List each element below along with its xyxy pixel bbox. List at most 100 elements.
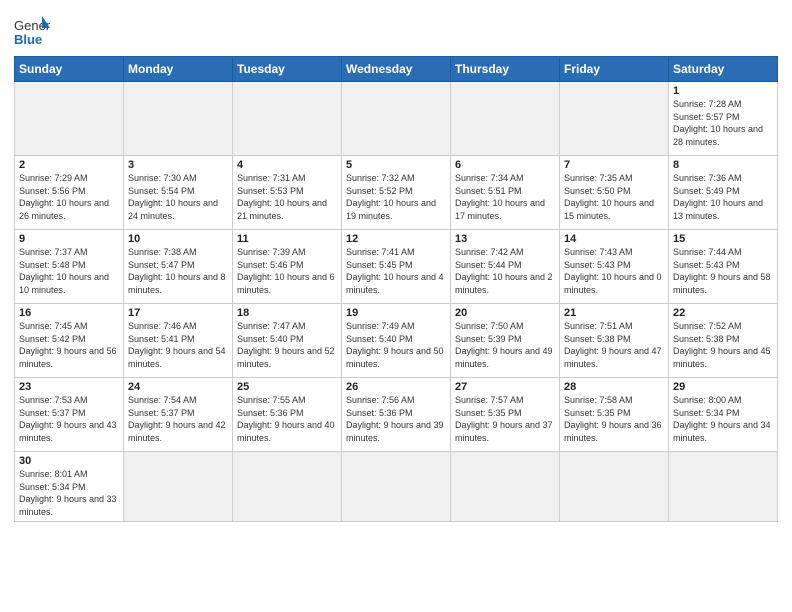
- week-row-0: 1 Sunrise: 7:28 AM Sunset: 5:57 PM Daylig…: [15, 82, 778, 156]
- logo: General Blue: [14, 14, 50, 50]
- day-cell: 3Sunrise: 7:30 AM Sunset: 5:54 PM Daylig…: [124, 156, 233, 230]
- day-cell: 30 Sunrise: 8:01 AM Sunset: 5:34 PM Dayli…: [15, 452, 124, 522]
- weekday-friday: Friday: [560, 57, 669, 82]
- day-cell: 13 Sunrise: 7:42 AM Sunset: 5:44 PM Dayli…: [451, 230, 560, 304]
- sun-info: Sunrise: 7:58 AM Sunset: 5:35 PM Dayligh…: [564, 395, 662, 443]
- sun-info: Sunrise: 7:55 AM Sunset: 5:36 PM Dayligh…: [237, 395, 335, 443]
- week-row-1: 2 Sunrise: 7:29 AM Sunset: 5:56 PM Daylig…: [15, 156, 778, 230]
- day-number: 9: [19, 233, 119, 245]
- sun-info: Sunrise: 7:31 AM Sunset: 5:53 PM Dayligh…: [237, 173, 327, 221]
- sun-info: Sunrise: 7:38 AM Sunset: 5:47 PM Dayligh…: [128, 247, 226, 295]
- day-cell: 21 Sunrise: 7:51 AM Sunset: 5:38 PM Dayli…: [560, 304, 669, 378]
- sun-info: Sunrise: 7:36 AM Sunset: 5:49 PM Dayligh…: [673, 173, 763, 221]
- sun-info: Sunrise: 7:42 AM Sunset: 5:44 PM Dayligh…: [455, 247, 553, 295]
- day-cell: [560, 82, 669, 156]
- day-cell: 20Sunrise: 7:50 AM Sunset: 5:39 PM Dayli…: [451, 304, 560, 378]
- sun-info: Sunrise: 7:56 AM Sunset: 5:36 PM Dayligh…: [346, 395, 444, 443]
- day-cell: 9 Sunrise: 7:37 AM Sunset: 5:48 PM Daylig…: [15, 230, 124, 304]
- day-cell: [451, 82, 560, 156]
- sun-info: Sunrise: 7:50 AM Sunset: 5:39 PM Dayligh…: [455, 321, 553, 369]
- weekday-thursday: Thursday: [451, 57, 560, 82]
- day-cell: 5 Sunrise: 7:32 AM Sunset: 5:52 PM Daylig…: [342, 156, 451, 230]
- weekday-saturday: Saturday: [669, 57, 778, 82]
- day-number: 6: [455, 159, 555, 171]
- sun-info: Sunrise: 7:29 AM Sunset: 5:56 PM Dayligh…: [19, 173, 109, 221]
- day-cell: 10 Sunrise: 7:38 AM Sunset: 5:47 PM Dayli…: [124, 230, 233, 304]
- day-cell: [233, 452, 342, 522]
- week-row-4: 23 Sunrise: 7:53 AM Sunset: 5:37 PM Dayli…: [15, 378, 778, 452]
- day-number: 24: [128, 381, 228, 393]
- day-number: 12: [346, 233, 446, 245]
- header-area: General Blue: [14, 10, 778, 50]
- day-cell: 4 Sunrise: 7:31 AM Sunset: 5:53 PM Daylig…: [233, 156, 342, 230]
- sun-info: Sunrise: 7:39 AM Sunset: 5:46 PM Dayligh…: [237, 247, 335, 295]
- day-cell: 11 Sunrise: 7:39 AM Sunset: 5:46 PM Dayli…: [233, 230, 342, 304]
- sun-info: Sunrise: 7:52 AM Sunset: 5:38 PM Dayligh…: [673, 321, 771, 369]
- day-number: 3: [128, 159, 228, 171]
- logo-icon: General Blue: [14, 14, 50, 50]
- day-number: 10: [128, 233, 228, 245]
- day-number: 28: [564, 381, 664, 393]
- weekday-header-row: SundayMondayTuesdayWednesdayThursdayFrid…: [15, 57, 778, 82]
- day-cell: [560, 452, 669, 522]
- day-cell: 18 Sunrise: 7:47 AM Sunset: 5:40 PM Dayli…: [233, 304, 342, 378]
- day-number: 8: [673, 159, 773, 171]
- day-number: 23: [19, 381, 119, 393]
- sun-info: Sunrise: 7:57 AM Sunset: 5:35 PM Dayligh…: [455, 395, 553, 443]
- weekday-wednesday: Wednesday: [342, 57, 451, 82]
- day-cell: 16Sunrise: 7:45 AM Sunset: 5:42 PM Dayli…: [15, 304, 124, 378]
- day-number: 1: [673, 85, 773, 97]
- day-number: 27: [455, 381, 555, 393]
- sun-info: Sunrise: 7:53 AM Sunset: 5:37 PM Dayligh…: [19, 395, 117, 443]
- day-number: 26: [346, 381, 446, 393]
- sun-info: Sunrise: 7:34 AM Sunset: 5:51 PM Dayligh…: [455, 173, 545, 221]
- sun-info: Sunrise: 7:43 AM Sunset: 5:43 PM Dayligh…: [564, 247, 662, 295]
- sun-info: Sunrise: 7:37 AM Sunset: 5:48 PM Dayligh…: [19, 247, 109, 295]
- day-number: 14: [564, 233, 664, 245]
- day-cell: [124, 82, 233, 156]
- page: General Blue SundayMondayTuesdayWednesda…: [0, 0, 792, 612]
- day-number: 7: [564, 159, 664, 171]
- day-number: 19: [346, 307, 446, 319]
- sun-info: Sunrise: 7:46 AM Sunset: 5:41 PM Dayligh…: [128, 321, 226, 369]
- sun-info: Sunrise: 7:47 AM Sunset: 5:40 PM Dayligh…: [237, 321, 335, 369]
- day-cell: 6 Sunrise: 7:34 AM Sunset: 5:51 PM Daylig…: [451, 156, 560, 230]
- day-cell: 28 Sunrise: 7:58 AM Sunset: 5:35 PM Dayli…: [560, 378, 669, 452]
- week-row-2: 9 Sunrise: 7:37 AM Sunset: 5:48 PM Daylig…: [15, 230, 778, 304]
- day-cell: 1 Sunrise: 7:28 AM Sunset: 5:57 PM Daylig…: [669, 82, 778, 156]
- day-cell: 27 Sunrise: 7:57 AM Sunset: 5:35 PM Dayli…: [451, 378, 560, 452]
- day-cell: 25Sunrise: 7:55 AM Sunset: 5:36 PM Dayli…: [233, 378, 342, 452]
- day-cell: 12Sunrise: 7:41 AM Sunset: 5:45 PM Dayli…: [342, 230, 451, 304]
- day-number: 11: [237, 233, 337, 245]
- day-number: 30: [19, 455, 119, 467]
- sun-info: Sunrise: 7:28 AM Sunset: 5:57 PM Dayligh…: [673, 99, 763, 147]
- day-cell: 23 Sunrise: 7:53 AM Sunset: 5:37 PM Dayli…: [15, 378, 124, 452]
- day-cell: 29Sunrise: 8:00 AM Sunset: 5:34 PM Dayli…: [669, 378, 778, 452]
- day-cell: [342, 452, 451, 522]
- day-number: 18: [237, 307, 337, 319]
- day-cell: [124, 452, 233, 522]
- day-cell: [342, 82, 451, 156]
- day-number: 5: [346, 159, 446, 171]
- weekday-tuesday: Tuesday: [233, 57, 342, 82]
- week-row-5: 30 Sunrise: 8:01 AM Sunset: 5:34 PM Dayli…: [15, 452, 778, 522]
- day-number: 2: [19, 159, 119, 171]
- day-cell: 14 Sunrise: 7:43 AM Sunset: 5:43 PM Dayli…: [560, 230, 669, 304]
- day-cell: [15, 82, 124, 156]
- sun-info: Sunrise: 8:01 AM Sunset: 5:34 PM Dayligh…: [19, 469, 117, 517]
- sun-info: Sunrise: 8:00 AM Sunset: 5:34 PM Dayligh…: [673, 395, 771, 443]
- day-cell: 26 Sunrise: 7:56 AM Sunset: 5:36 PM Dayli…: [342, 378, 451, 452]
- sun-info: Sunrise: 7:32 AM Sunset: 5:52 PM Dayligh…: [346, 173, 436, 221]
- day-number: 13: [455, 233, 555, 245]
- day-cell: 15Sunrise: 7:44 AM Sunset: 5:43 PM Dayli…: [669, 230, 778, 304]
- day-number: 21: [564, 307, 664, 319]
- weekday-monday: Monday: [124, 57, 233, 82]
- day-number: 4: [237, 159, 337, 171]
- day-cell: [669, 452, 778, 522]
- svg-text:Blue: Blue: [14, 32, 42, 47]
- day-cell: 17Sunrise: 7:46 AM Sunset: 5:41 PM Dayli…: [124, 304, 233, 378]
- sun-info: Sunrise: 7:51 AM Sunset: 5:38 PM Dayligh…: [564, 321, 662, 369]
- day-cell: [233, 82, 342, 156]
- day-cell: 8 Sunrise: 7:36 AM Sunset: 5:49 PM Daylig…: [669, 156, 778, 230]
- day-number: 15: [673, 233, 773, 245]
